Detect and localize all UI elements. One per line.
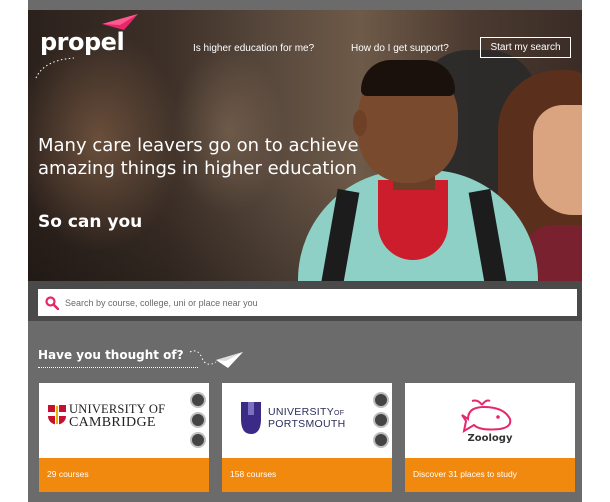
page: propel Is higher education for me? How d… xyxy=(28,0,582,502)
search-icon xyxy=(45,295,59,310)
search-box[interactable] xyxy=(38,289,577,316)
portsmouth-logo-text: UNIVERSITYOF PORTSMOUTH xyxy=(268,407,345,430)
nav-link-higher-education[interactable]: Is higher education for me? xyxy=(193,43,314,54)
paper-plane-icon xyxy=(102,14,138,30)
university-icon xyxy=(190,392,206,408)
zoology-label: Zoology xyxy=(467,433,513,444)
college-icon xyxy=(190,412,206,428)
hero-photo-boy-hair xyxy=(361,60,455,96)
dotted-underline xyxy=(38,366,198,368)
hero-banner: propel Is higher education for me? How d… xyxy=(28,10,582,287)
portsmouth-logo-icon xyxy=(241,402,261,434)
whale-icon xyxy=(461,399,512,434)
card-side-icons xyxy=(373,392,389,448)
course-icon xyxy=(190,432,206,448)
university-icon xyxy=(373,392,389,408)
portsmouth-logo-line-2: PORTSMOUTH xyxy=(268,418,346,430)
cambridge-logo-line-2: CAMBRIDGE xyxy=(69,415,156,430)
hero-subhead: So can you xyxy=(38,212,143,232)
start-search-button[interactable]: Start my search xyxy=(480,37,571,58)
hero-photo-boy-ear xyxy=(353,110,367,136)
card-footer: 29 courses xyxy=(39,458,209,492)
hero-photo-boy-shirt xyxy=(378,180,448,260)
portsmouth-logo-of: OF xyxy=(334,410,345,417)
college-icon xyxy=(373,412,389,428)
course-icon xyxy=(373,432,389,448)
paper-plane-icon xyxy=(189,350,243,368)
suggestion-card-cambridge[interactable]: UNIVERSITY OF CAMBRIDGE 29 courses xyxy=(39,383,209,492)
dotted-trail-icon xyxy=(35,57,75,79)
suggestion-card-zoology[interactable]: Zoology Discover 31 places to study xyxy=(405,383,575,492)
cambridge-crest-icon xyxy=(48,405,66,425)
cambridge-logo-text: UNIVERSITY OF CAMBRIDGE xyxy=(69,403,165,430)
card-side-icons xyxy=(190,392,206,448)
suggestion-card-portsmouth[interactable]: UNIVERSITYOF PORTSMOUTH 158 courses xyxy=(222,383,392,492)
portsmouth-logo-line-1: UNIVERSITY xyxy=(268,406,335,418)
card-footer: 158 courses xyxy=(222,458,392,492)
nav-link-support[interactable]: How do I get support? xyxy=(351,43,449,54)
card-footer: Discover 31 places to study xyxy=(405,458,575,492)
hero-photo-girl-face xyxy=(533,105,582,215)
hero-headline: Many care leavers go on to achieve amazi… xyxy=(38,135,359,179)
section-title: Have you thought of? xyxy=(38,348,184,362)
search-input[interactable] xyxy=(65,297,577,308)
